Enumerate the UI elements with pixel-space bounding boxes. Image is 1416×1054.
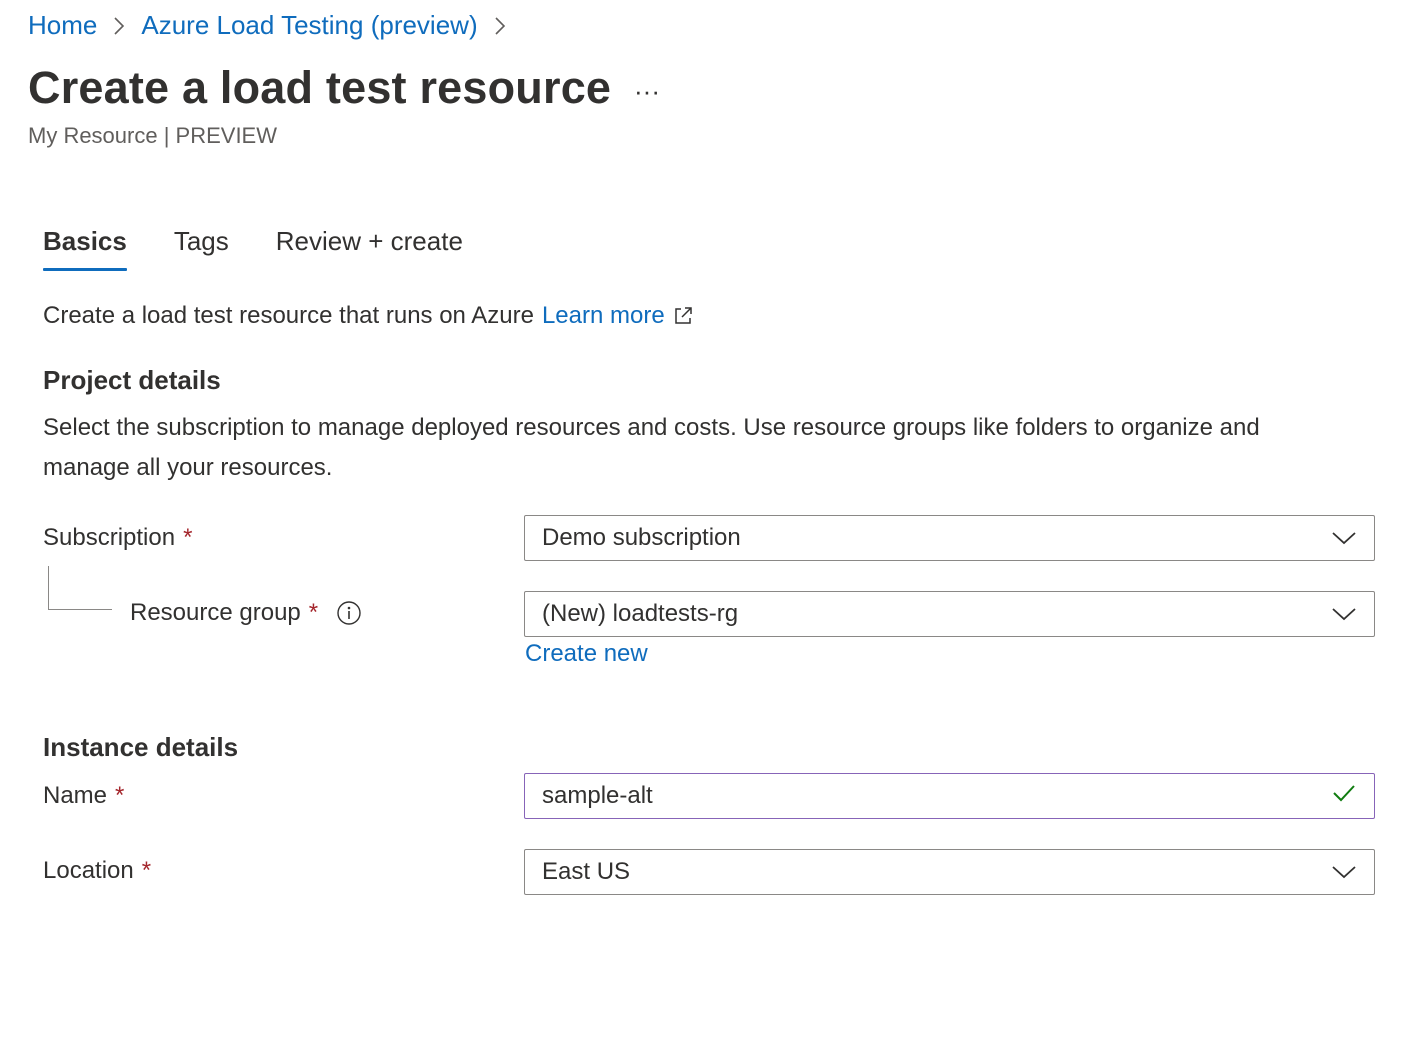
chevron-right-icon bbox=[113, 16, 125, 36]
intro-description: Create a load test resource that runs on… bbox=[43, 302, 534, 329]
instance-details-heading: Instance details bbox=[43, 732, 239, 762]
subscription-value: Demo subscription bbox=[542, 524, 741, 551]
info-icon[interactable] bbox=[336, 600, 362, 626]
location-label-text: Location bbox=[43, 857, 134, 884]
name-label: Name * bbox=[43, 782, 124, 810]
resource-group-value: (New) loadtests-rg bbox=[542, 600, 739, 627]
tab-list: Basics Tags Review + create bbox=[43, 226, 510, 271]
required-indicator: * bbox=[183, 524, 193, 551]
create-new-resource-group-link[interactable]: Create new bbox=[525, 640, 648, 668]
chevron-down-icon bbox=[1331, 864, 1357, 880]
project-details-description: Select the subscription to manage deploy… bbox=[43, 414, 1260, 481]
project-details-heading: Project details bbox=[43, 365, 221, 395]
name-label-text: Name bbox=[43, 782, 108, 809]
location-dropdown[interactable]: East US bbox=[524, 849, 1375, 895]
subscription-label: Subscription * bbox=[43, 524, 192, 552]
name-value: sample-alt bbox=[542, 782, 653, 809]
required-indicator: * bbox=[141, 857, 152, 884]
create-resource-page: Home Azure Load Testing (preview) Create… bbox=[0, 0, 1416, 1054]
breadcrumb-home-link[interactable]: Home bbox=[28, 10, 97, 41]
tab-tags[interactable]: Tags bbox=[174, 226, 229, 271]
external-link-icon[interactable] bbox=[671, 304, 695, 328]
breadcrumb: Home Azure Load Testing (preview) bbox=[28, 10, 522, 41]
breadcrumb-load-testing-link[interactable]: Azure Load Testing (preview) bbox=[141, 10, 477, 41]
subscription-dropdown[interactable]: Demo subscription bbox=[524, 515, 1375, 561]
checkmark-icon bbox=[1331, 782, 1357, 811]
resource-group-dropdown[interactable]: (New) loadtests-rg bbox=[524, 591, 1375, 637]
required-indicator: * bbox=[115, 782, 125, 809]
page-subtitle: My Resource | PREVIEW bbox=[28, 123, 277, 148]
chevron-down-icon bbox=[1331, 530, 1357, 546]
resource-group-label-text: Resource group bbox=[130, 599, 301, 626]
chevron-right-icon bbox=[494, 16, 506, 36]
required-indicator: * bbox=[308, 599, 319, 626]
location-value: East US bbox=[542, 858, 631, 885]
more-options-button[interactable]: ··· bbox=[628, 74, 666, 108]
chevron-down-icon bbox=[1331, 606, 1357, 622]
tab-review-create[interactable]: Review + create bbox=[276, 226, 463, 271]
page-title: Create a load test resource bbox=[28, 62, 612, 113]
location-label: Location * bbox=[43, 857, 151, 885]
learn-more-link[interactable]: Learn more bbox=[542, 302, 665, 330]
subscription-label-text: Subscription bbox=[43, 524, 176, 551]
name-input[interactable]: sample-alt bbox=[524, 773, 1375, 819]
intro-text: Create a load test resource that runs on… bbox=[43, 302, 695, 330]
tab-basics[interactable]: Basics bbox=[43, 226, 127, 271]
resource-group-label: Resource group * bbox=[130, 599, 362, 627]
tree-connector bbox=[48, 566, 112, 610]
